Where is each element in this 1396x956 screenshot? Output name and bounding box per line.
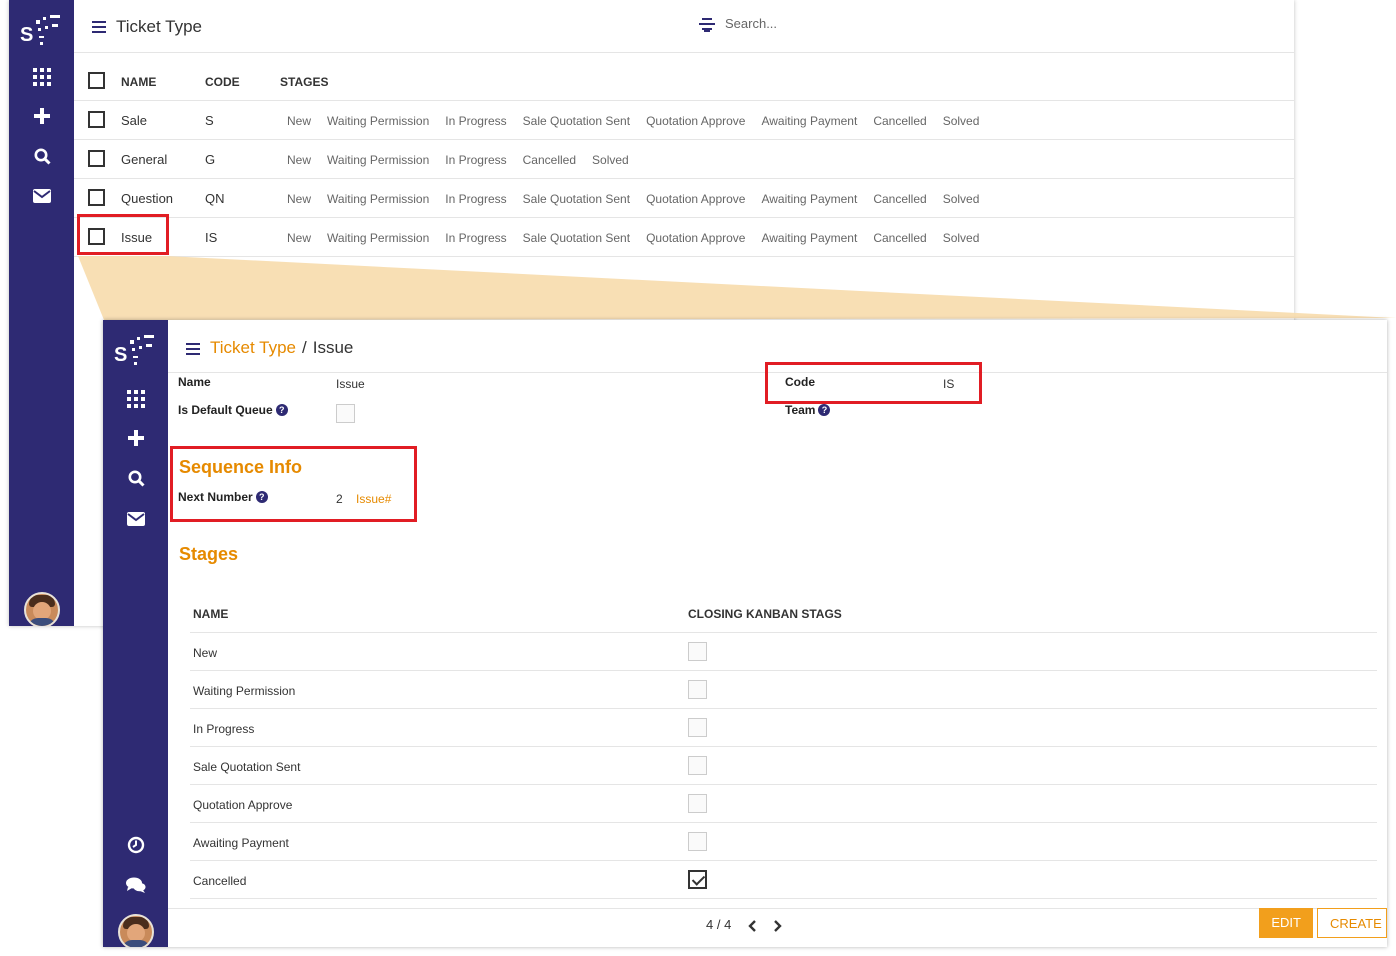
form-footer: 4 / 4 EDIT CREATE <box>168 908 1387 947</box>
menu-icon[interactable] <box>186 343 200 355</box>
default-queue-checkbox[interactable] <box>336 404 355 423</box>
user-avatar[interactable] <box>24 592 60 626</box>
help-icon[interactable]: ? <box>275 404 288 416</box>
highlight-sequence-info <box>170 446 417 522</box>
stages-title: Stages <box>179 544 239 564</box>
name-value: Issue <box>336 377 365 391</box>
chevron-left-icon[interactable] <box>747 919 757 933</box>
stage-name: New <box>193 646 218 660</box>
team-label: Team? <box>785 403 831 417</box>
edit-button[interactable]: EDIT <box>1259 908 1313 938</box>
default-queue-label: Is Default Queue? <box>178 403 288 417</box>
search-icon[interactable] <box>121 470 151 494</box>
default-queue-label-text: Is Default Queue <box>178 403 273 417</box>
sidebar: S <box>103 320 168 947</box>
plus-icon[interactable] <box>121 430 151 454</box>
closing-stage-checkbox[interactable] <box>688 832 707 851</box>
stage-row: Waiting Permission <box>190 671 1377 709</box>
stages-col-closing: CLOSING KANBAN STAGS <box>688 607 842 621</box>
closing-stage-checkbox[interactable] <box>688 794 707 813</box>
app-logo-icon[interactable]: S <box>112 330 160 370</box>
stage-name: Awaiting Payment <box>193 836 289 850</box>
closing-stage-checkbox[interactable] <box>688 718 707 737</box>
stages-table: NAME CLOSING KANBAN STAGS New Waiting Per… <box>190 592 1377 909</box>
mail-icon[interactable] <box>121 512 151 536</box>
closing-stage-checkbox[interactable] <box>688 680 707 699</box>
help-icon[interactable]: ? <box>818 404 831 416</box>
breadcrumb-separator: / <box>301 338 307 357</box>
stage-row: Sale Quotation Sent <box>190 747 1377 785</box>
closing-stage-checkbox[interactable] <box>688 642 707 661</box>
chat-icon[interactable] <box>121 877 151 901</box>
stages-col-name: NAME <box>193 607 229 621</box>
svg-text:S: S <box>114 344 127 366</box>
team-label-text: Team <box>785 403 816 417</box>
breadcrumb-ticket-type[interactable]: Ticket Type <box>210 338 296 357</box>
form-window: S Ticket Type / Issue Name Issue Is Defa… <box>103 320 1387 947</box>
highlight-code-field <box>765 362 982 404</box>
pager-value: 4 / 4 <box>706 917 732 932</box>
stages-header: NAME CLOSING KANBAN STAGS <box>190 592 1377 633</box>
stage-name: Waiting Permission <box>193 684 296 698</box>
stage-row: Quotation Approve <box>190 785 1377 823</box>
breadcrumb-current: Issue <box>312 338 354 357</box>
pager: 4 / 4 <box>706 917 783 933</box>
stage-row: In Progress <box>190 709 1377 747</box>
stage-row: New <box>190 633 1377 671</box>
stage-name: Cancelled <box>193 874 247 888</box>
breadcrumb: Ticket Type / Issue <box>210 338 353 358</box>
zoom-wedge <box>78 256 1396 320</box>
chevron-right-icon[interactable] <box>773 919 783 933</box>
closing-stage-checkbox[interactable] <box>688 756 707 775</box>
user-avatar[interactable] <box>118 914 154 947</box>
closing-stage-checkbox[interactable] <box>688 870 707 889</box>
create-button[interactable]: CREATE <box>1317 908 1387 938</box>
stage-name: In Progress <box>193 722 255 736</box>
stage-row: Awaiting Payment <box>190 823 1377 861</box>
stage-name: Sale Quotation Sent <box>193 760 301 774</box>
apps-grid-icon[interactable] <box>121 390 151 414</box>
clock-icon[interactable] <box>121 836 151 860</box>
stage-row: Cancelled <box>190 861 1377 899</box>
name-label: Name <box>178 375 211 389</box>
stage-name: Quotation Approve <box>193 798 293 812</box>
